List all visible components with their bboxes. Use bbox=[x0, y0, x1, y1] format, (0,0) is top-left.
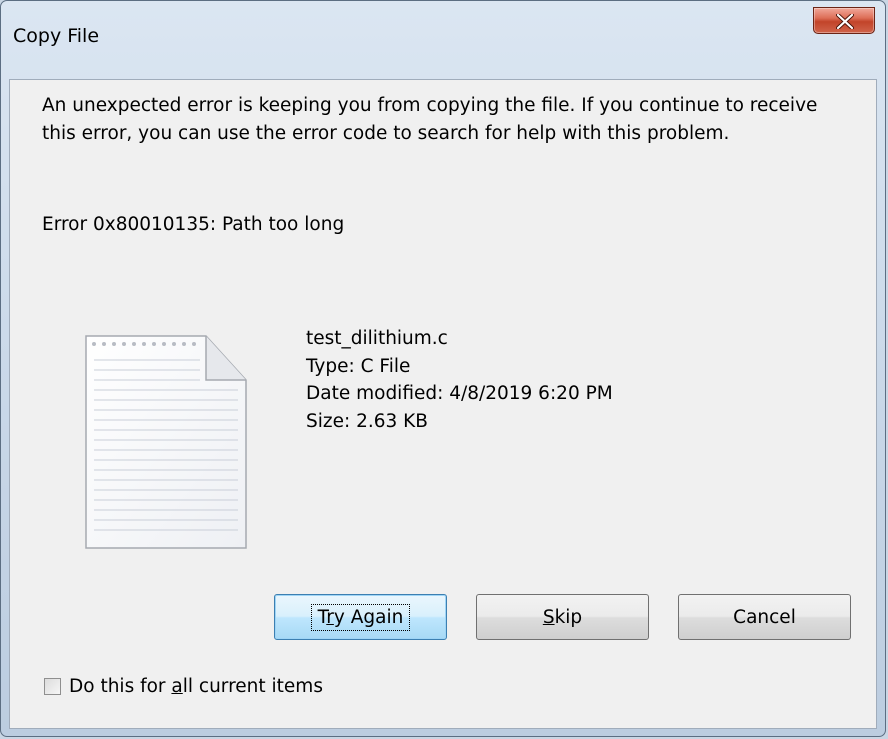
skip-button[interactable]: Skip bbox=[476, 594, 649, 640]
file-date-modified: Date modified: 4/8/2019 6:20 PM bbox=[306, 383, 613, 404]
title-bar[interactable]: Copy File bbox=[1, 1, 885, 79]
dialog-content: An unexpected error is keeping you from … bbox=[9, 79, 877, 729]
cancel-button[interactable]: Cancel bbox=[678, 594, 851, 640]
file-type: Type: C File bbox=[306, 355, 411, 377]
close-icon bbox=[836, 14, 854, 29]
file-name: test_dilithium.c bbox=[306, 328, 448, 349]
copy-file-dialog: Copy File An unexpected error is keeping… bbox=[0, 0, 886, 737]
try-again-label: Try Again bbox=[310, 603, 411, 631]
window-title: Copy File bbox=[13, 25, 100, 47]
apply-to-all-label[interactable]: Do this for all current items bbox=[69, 676, 323, 697]
skip-label: Skip bbox=[542, 606, 583, 628]
close-button[interactable] bbox=[813, 7, 875, 34]
file-details: test_dilithium.c Type: C File Date modif… bbox=[306, 325, 613, 435]
apply-to-all-option[interactable]: Do this for all current items bbox=[44, 676, 323, 697]
error-message: An unexpected error is keeping you from … bbox=[42, 95, 818, 144]
cancel-label: Cancel bbox=[733, 606, 796, 628]
error-code: Error 0x80010135: Path too long bbox=[42, 214, 345, 235]
try-again-button[interactable]: Try Again bbox=[274, 594, 447, 640]
file-size: Size: 2.63 KB bbox=[306, 410, 428, 432]
text-document-icon bbox=[85, 335, 247, 549]
apply-to-all-checkbox[interactable] bbox=[44, 678, 61, 695]
